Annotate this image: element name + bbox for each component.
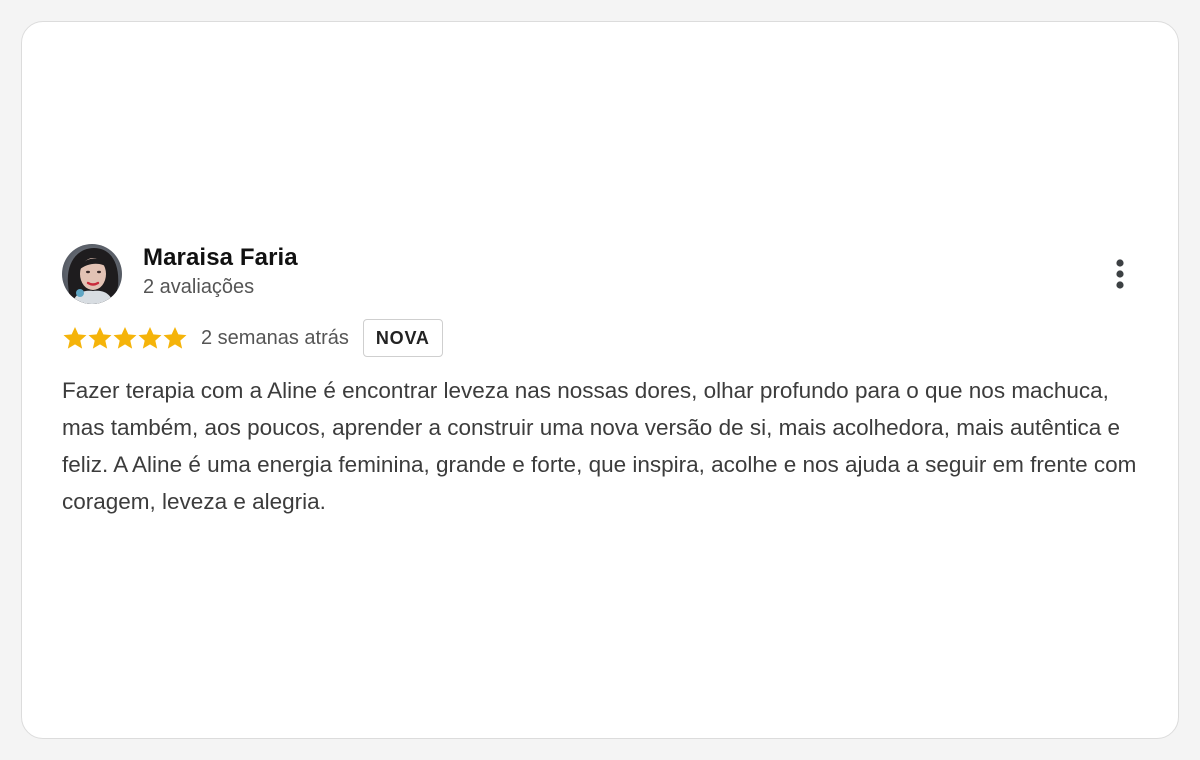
star-icon bbox=[63, 326, 87, 349]
more-options-button[interactable] bbox=[1106, 255, 1134, 295]
more-vertical-icon bbox=[1116, 259, 1124, 289]
review-date: 2 semanas atrás bbox=[201, 326, 349, 349]
user-photo-icon bbox=[62, 244, 122, 304]
new-badge: NOVA bbox=[362, 319, 443, 357]
star-icon bbox=[88, 326, 112, 349]
avatar[interactable] bbox=[62, 244, 122, 304]
star-icon bbox=[113, 326, 137, 349]
star-rating bbox=[62, 325, 187, 351]
star-icon bbox=[138, 326, 162, 349]
review-text: Fazer terapia com a Aline é encontrar le… bbox=[62, 378, 1137, 514]
author-review-count: 2 avaliações bbox=[143, 276, 255, 298]
author-name[interactable]: Maraisa Faria bbox=[143, 244, 298, 272]
star-icon bbox=[163, 326, 187, 349]
review-card: Maraisa Faria 2 avaliações 2 semanas atr… bbox=[21, 21, 1179, 739]
rating-row: 2 semanas atrás NOVA bbox=[62, 318, 443, 358]
